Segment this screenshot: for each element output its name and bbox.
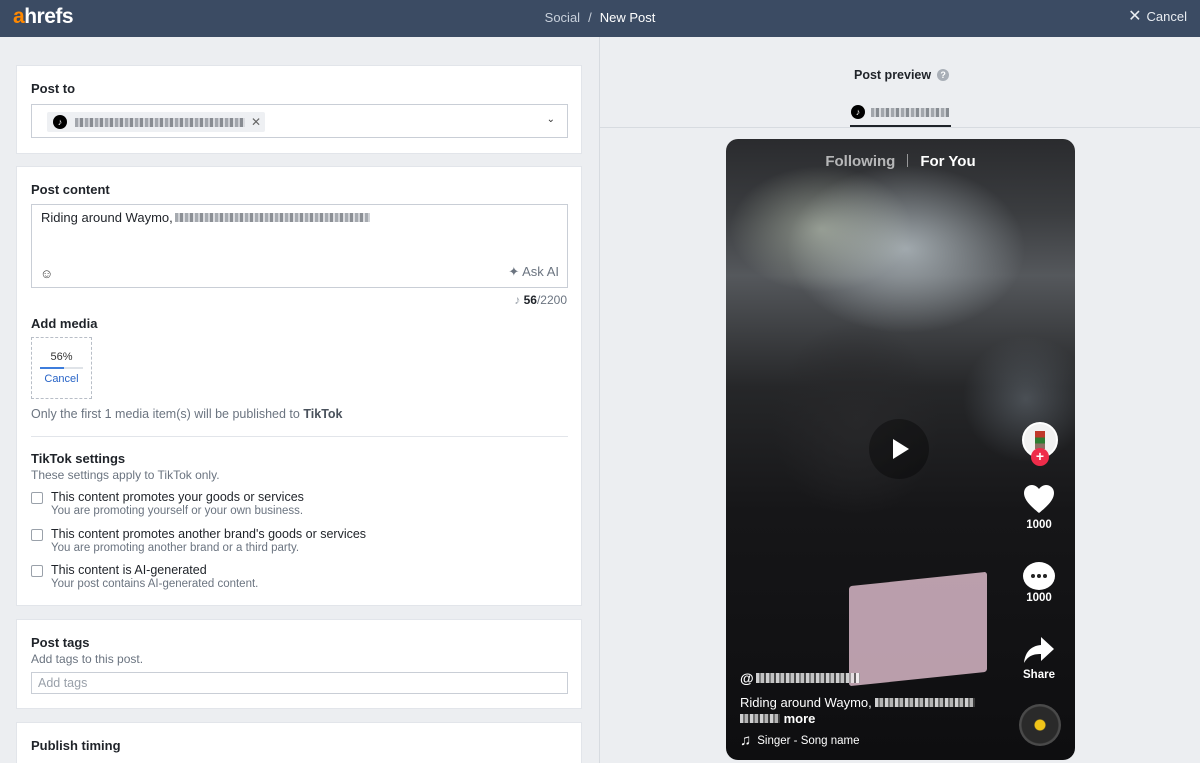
song-name: Singer - Song name	[757, 734, 860, 747]
post-tags-heading: Post tags	[31, 635, 90, 650]
heart-icon	[1024, 485, 1054, 513]
ai-generated-checkbox[interactable]	[31, 565, 43, 577]
tiktok-icon: ♪	[514, 293, 524, 307]
music-info: ♫ Singer - Song name	[740, 732, 860, 749]
tab-for-you: For You	[920, 153, 976, 170]
account-name-redacted	[75, 117, 245, 127]
section-divider	[31, 436, 568, 437]
play-icon[interactable]	[869, 419, 929, 479]
chevron-down-icon[interactable]: ⌄	[547, 114, 555, 125]
close-icon: ✕	[1128, 7, 1142, 25]
comment-icon	[1023, 562, 1055, 590]
remove-account-icon[interactable]: ✕	[251, 115, 261, 129]
character-counter: ♪ 56/2200	[514, 293, 567, 307]
account-chip: ♪ ✕	[47, 112, 265, 132]
media-upload-tile: 56% Cancel	[31, 337, 92, 399]
like-action: 1000	[1019, 484, 1059, 531]
breadcrumb: Social / New Post	[0, 10, 1200, 25]
tiktok-settings-subtitle: These settings apply to TikTok only.	[31, 468, 220, 482]
post-to-card: Post to ♪ ✕ ⌄	[16, 65, 582, 154]
publish-timing-heading: Publish timing	[31, 738, 121, 753]
ask-ai-button[interactable]: ✦ Ask AI	[508, 264, 559, 280]
follow-plus-icon: +	[1031, 448, 1049, 466]
preview-pane: Post preview ? ♪ Following For You + 1000…	[600, 37, 1200, 763]
account-select[interactable]: ♪ ✕ ⌄	[31, 104, 568, 138]
share-action: Share	[1019, 636, 1059, 681]
upload-progress-fill	[40, 367, 65, 369]
tags-input[interactable]: Add tags	[31, 672, 568, 694]
publish-timing-card: Publish timing	[16, 722, 582, 763]
promotes-own-checkbox[interactable]	[31, 492, 43, 504]
post-preview-title: Post preview ?	[854, 68, 950, 82]
breadcrumb-current: New Post	[599, 10, 656, 25]
redacted-text	[174, 213, 370, 222]
preview-tab-divider	[600, 127, 1200, 128]
caption-more: more	[783, 711, 816, 726]
tiktok-icon: ♪	[851, 105, 865, 119]
tiktok-phone-preview: Following For You + 1000 1000 Share @ Rid…	[726, 139, 1075, 760]
music-disc-icon	[1019, 704, 1061, 746]
tab-following: Following	[825, 153, 896, 170]
editor-pane: Post to ♪ ✕ ⌄ Post content Riding around…	[0, 37, 599, 763]
help-icon[interactable]: ?	[937, 69, 950, 81]
emoji-icon[interactable]: ☺	[40, 266, 53, 281]
media-note: Only the first 1 media item(s) will be p…	[31, 407, 343, 421]
upload-progress-label: 56%	[50, 351, 73, 363]
top-bar: ahrefs Social / New Post ✕ Cancel	[0, 0, 1200, 37]
comment-action: 1000	[1019, 562, 1059, 604]
account-name-redacted	[871, 108, 949, 117]
post-to-heading: Post to	[31, 81, 76, 96]
breadcrumb-separator: /	[588, 10, 592, 25]
post-content-card: Post content Riding around Waymo, ☺ ✦ As…	[16, 166, 582, 606]
video-frame-screen	[849, 571, 987, 687]
post-tags-card: Post tags Add tags to this post. Add tag…	[16, 619, 582, 709]
preview-account-tab[interactable]: ♪	[850, 105, 951, 127]
post-content-text: Riding around Waymo,	[41, 210, 173, 225]
post-tags-subtitle: Add tags to this post.	[31, 652, 144, 666]
upload-progress-bar	[40, 367, 83, 369]
post-content-textarea[interactable]: Riding around Waymo, ☺ ✦ Ask AI	[31, 204, 568, 288]
share-label: Share	[1023, 669, 1055, 681]
breadcrumb-social[interactable]: Social	[545, 10, 580, 25]
promotes-brand-checkbox[interactable]	[31, 529, 43, 541]
music-note-icon: ♫	[740, 732, 752, 749]
comment-count: 1000	[1026, 592, 1052, 604]
video-caption: Riding around Waymo, more	[740, 695, 990, 727]
post-content-heading: Post content	[31, 182, 110, 197]
sparkle-icon: ✦	[508, 264, 523, 279]
feed-tabs: Following For You	[726, 153, 1075, 170]
tiktok-settings-heading: TikTok settings	[31, 451, 126, 466]
video-handle: @	[740, 670, 860, 686]
cancel-button[interactable]: ✕ Cancel	[1128, 7, 1187, 25]
tiktok-icon: ♪	[53, 115, 67, 129]
like-count: 1000	[1026, 519, 1052, 531]
share-icon	[1024, 637, 1054, 663]
cancel-upload-button[interactable]: Cancel	[32, 373, 91, 385]
cancel-label: Cancel	[1146, 9, 1187, 24]
add-media-heading: Add media	[31, 316, 98, 331]
